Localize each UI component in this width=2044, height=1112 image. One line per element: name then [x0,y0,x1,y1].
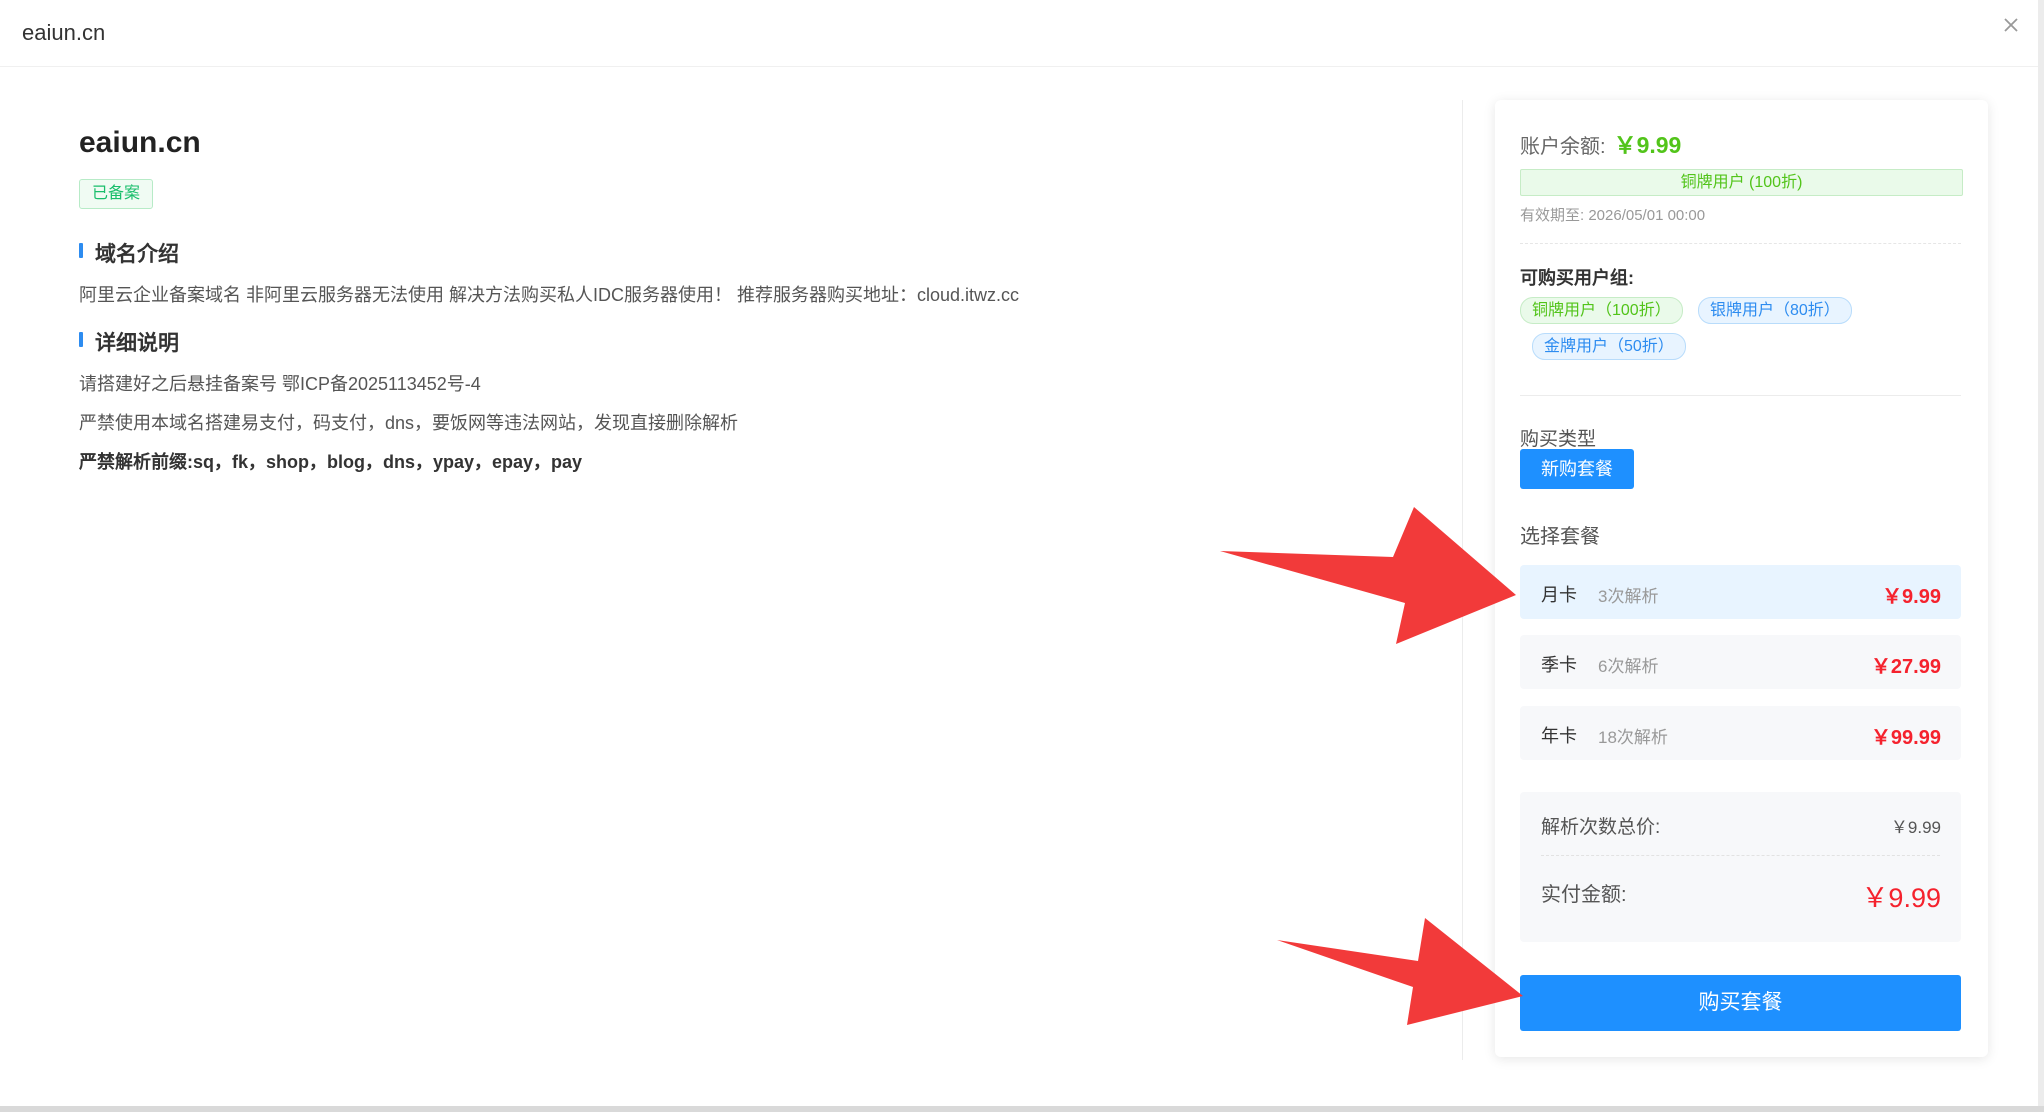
total-label: 解析次数总价: [1541,817,1661,838]
red-arrow-icon [1277,918,1523,1025]
balance-value: ￥9.99 [1613,132,1682,158]
plan-desc: 18次解析 [1598,728,1668,747]
plan-price: ￥9.99 [1882,586,1941,608]
expire-date: 有效期至: 2026/05/01 00:00 [1520,207,1706,224]
plan-name: 年卡 [1541,726,1577,746]
detail-line-forbidden-prefix: 严禁解析前缀:sq，fk，shop，blog，dns，ypay，epay，pay [79,452,583,472]
intro-heading: 域名介绍 [79,238,179,268]
intro-text: 阿里云企业备案域名 非阿里云服务器无法使用 解决方法购买私人IDC服务器使用！ … [79,285,1020,305]
dialog-title: eaiun.cn [22,20,106,45]
dialog-header: eaiun.cn [0,0,2044,67]
pay-label: 实付金额: [1541,884,1627,906]
divider [1520,243,1961,245]
group-silver[interactable]: 银牌用户（80折） [1698,297,1852,324]
group-gold[interactable]: 金牌用户（50折） [1532,333,1686,360]
price-summary: 解析次数总价: ￥9.99 实付金额: ￥9.99 [1520,792,1961,942]
detail-line: 请搭建好之后悬挂备案号 鄂ICP备2025113452号-4 [79,374,481,394]
red-arrow-icon [1220,507,1516,644]
plan-price: ￥99.99 [1870,727,1941,749]
purchase-type-label: 购买类型 [1520,429,1597,450]
plan-desc: 6次解析 [1598,657,1659,676]
plan-yearly[interactable]: 年卡 18次解析 ￥99.99 [1520,706,1961,760]
balance-label: 账户余额: [1520,136,1606,158]
beian-status-badge: 已备案 [79,179,154,209]
detail-line: 严禁使用本域名搭建易支付，码支付，dns，要饭网等违法网站，发现直接删除解析 [79,413,739,433]
new-package-button[interactable]: 新购套餐 [1520,449,1634,489]
buy-package-button[interactable]: 购买套餐 [1520,975,1961,1031]
detail-heading: 详细说明 [79,327,179,357]
plan-monthly[interactable]: 月卡 3次解析 ￥9.99 [1520,565,1961,619]
user-tier-badge: 铜牌用户 (100折) [1520,169,1963,196]
group-title: 可购买用户组: [1520,268,1634,288]
close-icon[interactable] [1998,12,2024,38]
summary-divider [1541,855,1940,856]
plan-name: 月卡 [1541,585,1577,605]
balance-row: 账户余额: ￥9.99 [1520,126,1681,160]
divider [1520,395,1961,397]
domain-name: eaiun.cn [79,126,201,159]
window-bottom-edge [0,1106,2044,1112]
select-plan-label: 选择套餐 [1520,526,1600,548]
pay-value: ￥9.99 [1861,883,1941,913]
total-value: ￥9.99 [1890,818,1941,837]
plan-price: ￥27.99 [1870,656,1941,678]
plan-quarterly[interactable]: 季卡 6次解析 ￥27.99 [1520,635,1961,689]
plan-name: 季卡 [1541,655,1577,675]
group-bronze[interactable]: 铜牌用户（100折） [1520,297,1683,324]
window-edge [2038,0,2044,1112]
plan-desc: 3次解析 [1598,587,1659,606]
purchase-card: 账户余额: ￥9.99 铜牌用户 (100折) 有效期至: 2026/05/01 … [1495,100,1988,1057]
